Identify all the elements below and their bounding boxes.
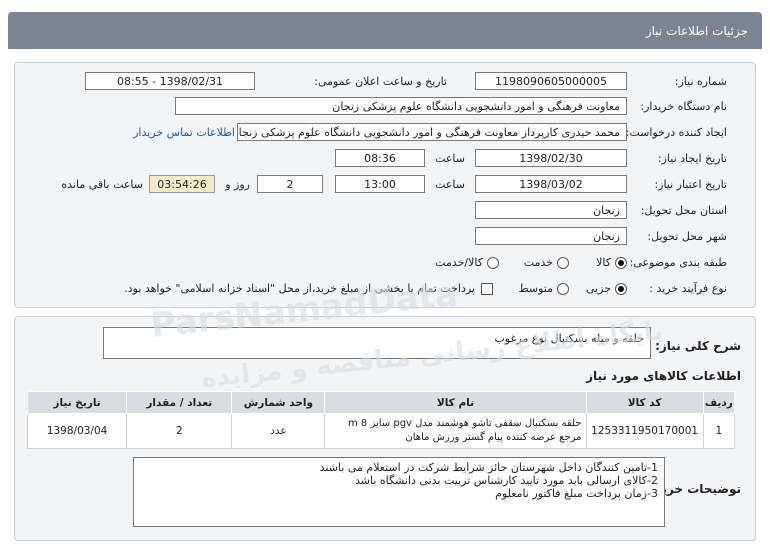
- requester-field: محمد حیدری کارپرداز معاونت فرهنگی و امور…: [237, 123, 627, 141]
- col-name: نام کالا: [324, 391, 587, 414]
- summary-field: حلقه و میله بسکتبال نوع مرغوب: [103, 327, 651, 359]
- valid-date-label: تاریخ اعتبار نیاز:: [654, 178, 727, 191]
- buyer-notes-box: 1-تامین کنندگان داخل شهرستان حائز شرایط …: [133, 457, 665, 527]
- cell-date: 1398/03/04: [26, 413, 128, 449]
- category-goods-service-radio[interactable]: [487, 257, 499, 269]
- page-title: جزئیات اطلاعات نیاز: [645, 24, 748, 38]
- days-field: 2: [257, 175, 323, 193]
- col-code: کد کالا: [585, 391, 704, 414]
- note-line: 2-کالای ارسالی باید مورد تایید کارشناس ت…: [355, 474, 658, 487]
- items-table: ردیف کد کالا نام کالا واحد شمارش تعداد /…: [26, 391, 736, 449]
- process-medium-label: متوسط: [518, 282, 553, 295]
- note-line: 1-تامین کنندگان داخل شهرستان حائز شرایط …: [319, 461, 658, 474]
- cell-code: 1253311950170001: [585, 413, 704, 449]
- valid-date-field: 1398/03/02: [475, 175, 627, 193]
- category-goods-radio[interactable]: [615, 257, 627, 269]
- col-qty: تعداد / مقدار: [126, 391, 233, 414]
- city-label: شهر محل تحویل:: [647, 230, 727, 243]
- remaining-label: ساعت باقی مانده: [61, 178, 143, 191]
- need-number-field: 1198090605000005: [475, 72, 627, 90]
- items-table-header: ردیف کد کالا نام کالا واحد شمارش تعداد /…: [26, 391, 736, 414]
- cell-unit: عدد: [231, 413, 326, 449]
- cell-name-line1: حلقه بسکتبال سقفی تاشو هوشمند مدل pgv سا…: [347, 418, 582, 429]
- col-row: ردیف: [702, 391, 736, 414]
- process-minor-radio[interactable]: [615, 283, 627, 295]
- requester-label: ایجاد کننده درخواست:: [625, 126, 727, 139]
- announce-field: 1398/02/31 - 08:55: [85, 72, 255, 90]
- page-header: جزئیات اطلاعات نیاز: [8, 12, 762, 49]
- table-row: 1 1253311950170001 حلقه بسکتبال سقفی تاش…: [26, 413, 736, 449]
- province-field: زنجان: [475, 201, 627, 219]
- process-medium-radio[interactable]: [557, 283, 569, 295]
- created-date-label: تاریخ ایجاد نیاز:: [657, 152, 727, 165]
- valid-time-field: 13:00: [335, 175, 425, 193]
- cell-name: حلقه بسکتبال سقفی تاشو هوشمند مدل pgv سا…: [324, 413, 587, 449]
- items-section-title: اطلاعات کالاهای مورد نیاز: [586, 369, 741, 383]
- created-time-label: ساعت: [435, 152, 465, 165]
- remaining-time-field: 03:54:26: [149, 175, 215, 193]
- category-goods-label: کالا: [596, 256, 611, 269]
- buyer-org-label: نام دستگاه خریدار:: [640, 100, 727, 113]
- summary-label: شرح کلی نیاز:: [655, 339, 741, 353]
- buyer-org-field: معاونت فرهنگی و امور دانشجویی دانشگاه عل…: [175, 97, 627, 115]
- note-line: 3-زمان پرداخت مبلغ فاکتور نامعلوم: [495, 487, 658, 500]
- cell-qty: 2: [126, 413, 233, 449]
- cell-row: 1: [702, 413, 736, 449]
- category-label: طبقه بندی موضوعی:: [629, 256, 727, 269]
- process-label: نوع فرآیند خرید :: [649, 282, 727, 295]
- need-number-label: شماره نیاز:: [674, 75, 727, 88]
- city-field: زنجان: [475, 227, 627, 245]
- category-goods-service-label: کالا/خدمت: [435, 256, 483, 269]
- col-date: تاریخ نیاز: [26, 391, 128, 414]
- announce-label: تاریخ و ساعت اعلان عمومی:: [314, 75, 447, 88]
- category-service-label: خدمت: [523, 256, 553, 269]
- days-label: روز و: [225, 178, 250, 191]
- treasury-payment-checkbox[interactable]: [481, 283, 493, 295]
- province-label: استان محل تحویل:: [640, 204, 727, 217]
- category-service-radio[interactable]: [557, 257, 569, 269]
- valid-time-label: ساعت: [435, 178, 465, 191]
- process-minor-label: جزیی: [585, 282, 611, 295]
- need-items-panel: شرح کلی نیاز: حلقه و میله بسکتبال نوع مر…: [14, 316, 756, 541]
- created-date-field: 1398/02/30: [475, 149, 627, 167]
- cell-name-line2: مرجع عرضه کننده پیام گستر ورزش ماهان: [405, 432, 582, 443]
- buyer-contact-link[interactable]: اطلاعات تماس خریدار: [133, 126, 235, 139]
- treasury-payment-note: پرداخت تمام یا بخشی از مبلغ خرید،از محل …: [124, 282, 475, 295]
- need-details-panel: شماره نیاز: 1198090605000005 تاریخ و ساع…: [14, 62, 756, 308]
- created-time-field: 08:36: [335, 149, 425, 167]
- col-unit: واحد شمارش: [231, 391, 326, 414]
